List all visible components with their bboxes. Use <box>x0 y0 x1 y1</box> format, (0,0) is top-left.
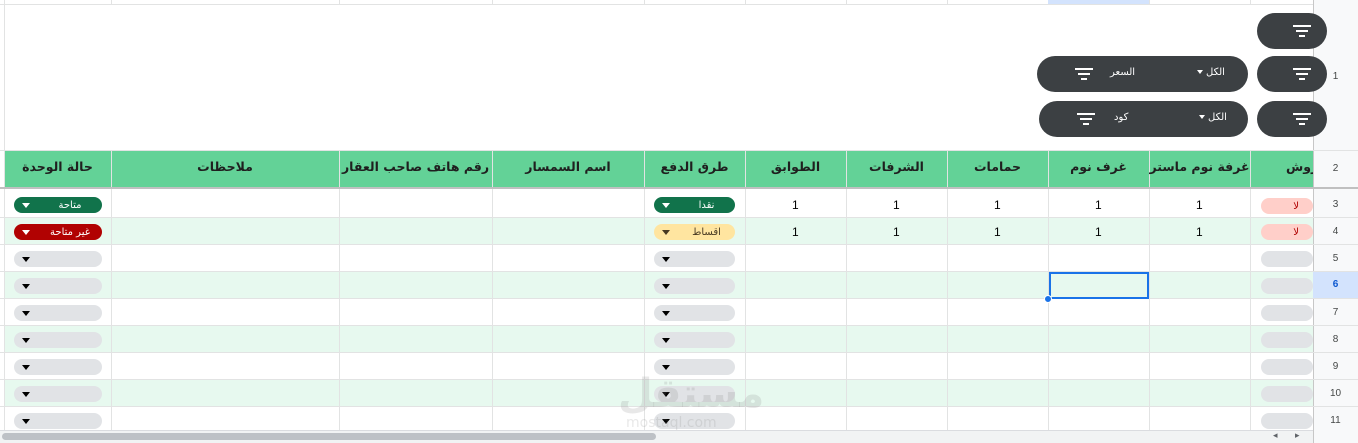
chevron-down-icon <box>1197 70 1203 74</box>
chevron-down-icon <box>22 256 30 262</box>
chevron-down-icon <box>662 337 670 343</box>
price-filter-value[interactable]: الكل <box>1197 67 1225 78</box>
status-chip-empty[interactable] <box>14 251 102 267</box>
status-chip-empty[interactable] <box>14 278 102 294</box>
row-number-1[interactable]: 1 <box>1313 71 1358 82</box>
header-floors[interactable]: الطوابق <box>745 151 846 187</box>
cell-bedrooms[interactable]: 1 <box>1095 198 1102 212</box>
chevron-down-icon <box>1199 115 1205 119</box>
chevron-down-icon <box>22 364 30 370</box>
chevron-down-icon <box>662 364 670 370</box>
chevron-down-icon <box>22 337 30 343</box>
row-number-8[interactable]: 8 <box>1313 334 1358 345</box>
header-balconies[interactable]: الشرفات <box>846 151 947 187</box>
chevron-down-icon <box>662 202 670 208</box>
status-chip-empty[interactable] <box>14 359 102 375</box>
selected-cell[interactable] <box>1049 272 1149 299</box>
cell-master[interactable]: 1 <box>1196 225 1203 239</box>
cell-balconies[interactable]: 1 <box>893 198 900 212</box>
header-bedrooms[interactable]: غرف نوم <box>1048 151 1149 187</box>
furnished-chip[interactable]: لا <box>1261 198 1313 214</box>
filter-icon <box>1293 68 1311 80</box>
header-unit-status[interactable]: حالة الوحدة <box>4 151 111 187</box>
chevron-down-icon <box>22 391 30 397</box>
header-master-bedroom[interactable]: غرفة نوم ماستر <box>1149 151 1250 187</box>
payment-chip-empty[interactable] <box>654 278 735 294</box>
chevron-down-icon <box>22 202 30 208</box>
furnished-chip-empty[interactable] <box>1261 386 1313 402</box>
filter-pill-bottom[interactable] <box>1257 101 1327 137</box>
cell-balconies[interactable]: 1 <box>893 225 900 239</box>
code-filter-pill[interactable]: كود الكل <box>1039 101 1248 137</box>
fill-handle[interactable] <box>1044 295 1052 303</box>
filter-icon <box>1293 113 1311 125</box>
row-number-10[interactable]: 10 <box>1313 388 1358 399</box>
chevron-down-icon <box>22 310 30 316</box>
scrollbar-thumb[interactable] <box>2 433 656 440</box>
row-number-6[interactable]: 6 <box>1313 272 1358 298</box>
filter-icon <box>1293 25 1311 37</box>
chevron-down-icon <box>662 256 670 262</box>
row-number-4[interactable]: 4 <box>1313 226 1358 237</box>
chevron-down-icon <box>22 229 30 235</box>
furnished-chip[interactable]: لا <box>1261 224 1313 240</box>
watermark: مستقل mostaql.com <box>618 371 765 431</box>
payment-chip-empty[interactable] <box>654 305 735 321</box>
header-broker-name[interactable]: اسم السمسار <box>492 151 644 187</box>
furnished-chip-empty[interactable] <box>1261 251 1313 267</box>
payment-chip-empty[interactable] <box>654 332 735 348</box>
status-chip[interactable]: غير متاحة <box>14 224 102 240</box>
row-number-7[interactable]: 7 <box>1313 307 1358 318</box>
cell-bathrooms[interactable]: 1 <box>994 198 1001 212</box>
cell-bathrooms[interactable]: 1 <box>994 225 1001 239</box>
cell-floors[interactable]: 1 <box>792 198 799 212</box>
chevron-down-icon <box>662 310 670 316</box>
furnished-chip-empty[interactable] <box>1261 332 1313 348</box>
scroll-arrows[interactable]: ◂ ▸ <box>1269 431 1313 443</box>
status-chip-empty[interactable] <box>14 413 102 429</box>
header-notes[interactable]: ملاحظات <box>111 151 339 187</box>
filter-icon <box>1075 68 1093 80</box>
row-number-5[interactable]: 5 <box>1313 253 1358 264</box>
status-chip-empty[interactable] <box>14 386 102 402</box>
price-filter-label: السعر <box>1110 67 1136 78</box>
cell-master[interactable]: 1 <box>1196 198 1203 212</box>
price-filter-pill[interactable]: السعر الكل <box>1037 56 1248 92</box>
row-number-3[interactable]: 3 <box>1313 199 1358 210</box>
chevron-down-icon <box>662 283 670 289</box>
status-chip[interactable]: متاحة <box>14 197 102 213</box>
scroll-left-icon[interactable]: ◂ <box>1273 431 1278 441</box>
payment-chip-empty[interactable] <box>654 251 735 267</box>
furnished-chip-empty[interactable] <box>1261 278 1313 294</box>
payment-chip[interactable]: اقساط <box>654 224 735 240</box>
code-filter-value[interactable]: الكل <box>1199 112 1227 123</box>
row-number-9[interactable]: 9 <box>1313 361 1358 372</box>
furnished-chip-empty[interactable] <box>1261 359 1313 375</box>
status-chip-empty[interactable] <box>14 332 102 348</box>
furnished-chip-empty[interactable] <box>1261 413 1313 429</box>
row-number-2[interactable]: 2 <box>1313 163 1358 174</box>
header-owner-phone[interactable]: رقم هاتف صاحب العقار <box>339 151 492 187</box>
cell-floors[interactable]: 1 <box>792 225 799 239</box>
scroll-right-icon[interactable]: ▸ <box>1295 431 1300 441</box>
payment-chip[interactable]: نقدا <box>654 197 735 213</box>
header-payment-methods[interactable]: طرق الدفع <box>644 151 745 187</box>
spreadsheet-grid: السعر الكل كود الكل فروش غرفة نوم ماستر … <box>0 0 1358 443</box>
cell-bedrooms[interactable]: 1 <box>1095 225 1102 239</box>
chevron-down-icon <box>662 229 670 235</box>
furnished-chip-empty[interactable] <box>1261 305 1313 321</box>
header-bathrooms[interactable]: حمامات <box>947 151 1048 187</box>
header-furnished[interactable]: فروش <box>1250 151 1313 187</box>
code-filter-label: كود <box>1114 112 1129 123</box>
row-number-11[interactable]: 11 <box>1313 415 1358 426</box>
chevron-down-icon <box>22 418 30 424</box>
filter-icon <box>1077 113 1095 125</box>
filter-pill-top[interactable] <box>1257 13 1327 49</box>
status-chip-empty[interactable] <box>14 305 102 321</box>
chevron-down-icon <box>22 283 30 289</box>
